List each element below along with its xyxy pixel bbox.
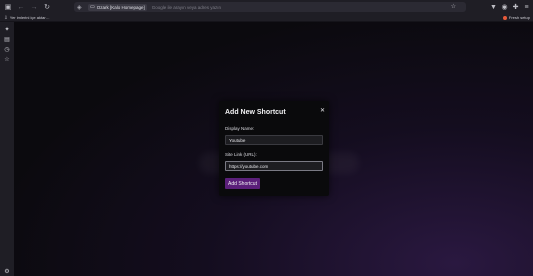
add-shortcut-button[interactable]: Add Shortcut [225,178,260,189]
tab-identity-pill[interactable]: ▭ Ozark [Kalo Homepage] [88,3,147,11]
reload-icon[interactable]: ↻ [42,2,52,12]
sidebar: ✦ ▤ ◷ ☆ ⚙ [0,22,14,276]
dialog-title: Add New Shortcut [225,109,286,116]
address-bar[interactable]: ◈ ▭ Ozark [Kalo Homepage] Google ile ara… [74,2,466,12]
close-icon[interactable]: ✕ [320,107,325,114]
shield-icon[interactable]: ◈ [77,4,84,11]
import-bookmarks-link[interactable]: ⇩ Yer imlerini içe aktar… [4,15,50,21]
back-arrow-icon[interactable]: ← [16,2,26,12]
page-icon: ▭ [90,4,95,10]
synced-tabs-icon[interactable]: ▤ [3,35,11,43]
fresh-setup-bookmark[interactable]: Fresh setup [502,15,530,20]
fresh-setup-icon [502,15,507,20]
bookmarks-star-icon[interactable]: ☆ [3,55,11,63]
bookmarks-bar: ⇩ Yer imlerini içe aktar… Fresh setup [0,14,533,22]
extensions-icon[interactable]: ✚ [511,2,520,12]
site-link-label: Site Link (URL): [225,152,257,157]
add-shortcut-dialog: Add New Shortcut ✕ Display Name: Youtube… [219,101,329,196]
menu-icon[interactable]: ≡ [522,2,531,12]
import-bookmarks-label: Yer imlerini içe aktar… [9,15,50,20]
history-icon[interactable]: ◷ [3,45,11,53]
import-icon: ⇩ [4,14,8,20]
account-icon[interactable]: ◉ [500,2,509,12]
bookmark-star-icon[interactable]: ☆ [451,3,456,10]
forward-arrow-icon[interactable]: → [29,2,39,12]
pocket-icon[interactable]: ▼ [489,2,498,12]
display-name-input[interactable]: Youtube [225,135,323,145]
fresh-setup-label: Fresh setup [508,15,530,20]
browser-toolbar: ▣ ← → ↻ ◈ ▭ Ozark [Kalo Homepage] Google… [0,0,533,14]
sidebar-toggle-icon[interactable]: ▣ [3,2,13,12]
display-name-label: Display Name: [225,126,255,131]
tab-title: Ozark [Kalo Homepage] [96,4,145,10]
ai-chatbot-icon[interactable]: ✦ [3,25,11,33]
site-link-input[interactable]: https://youtube.com [225,161,323,171]
url-placeholder[interactable]: Google ile arayın veya adres yazın [152,5,221,10]
customize-sidebar-icon[interactable]: ⚙ [3,267,11,275]
